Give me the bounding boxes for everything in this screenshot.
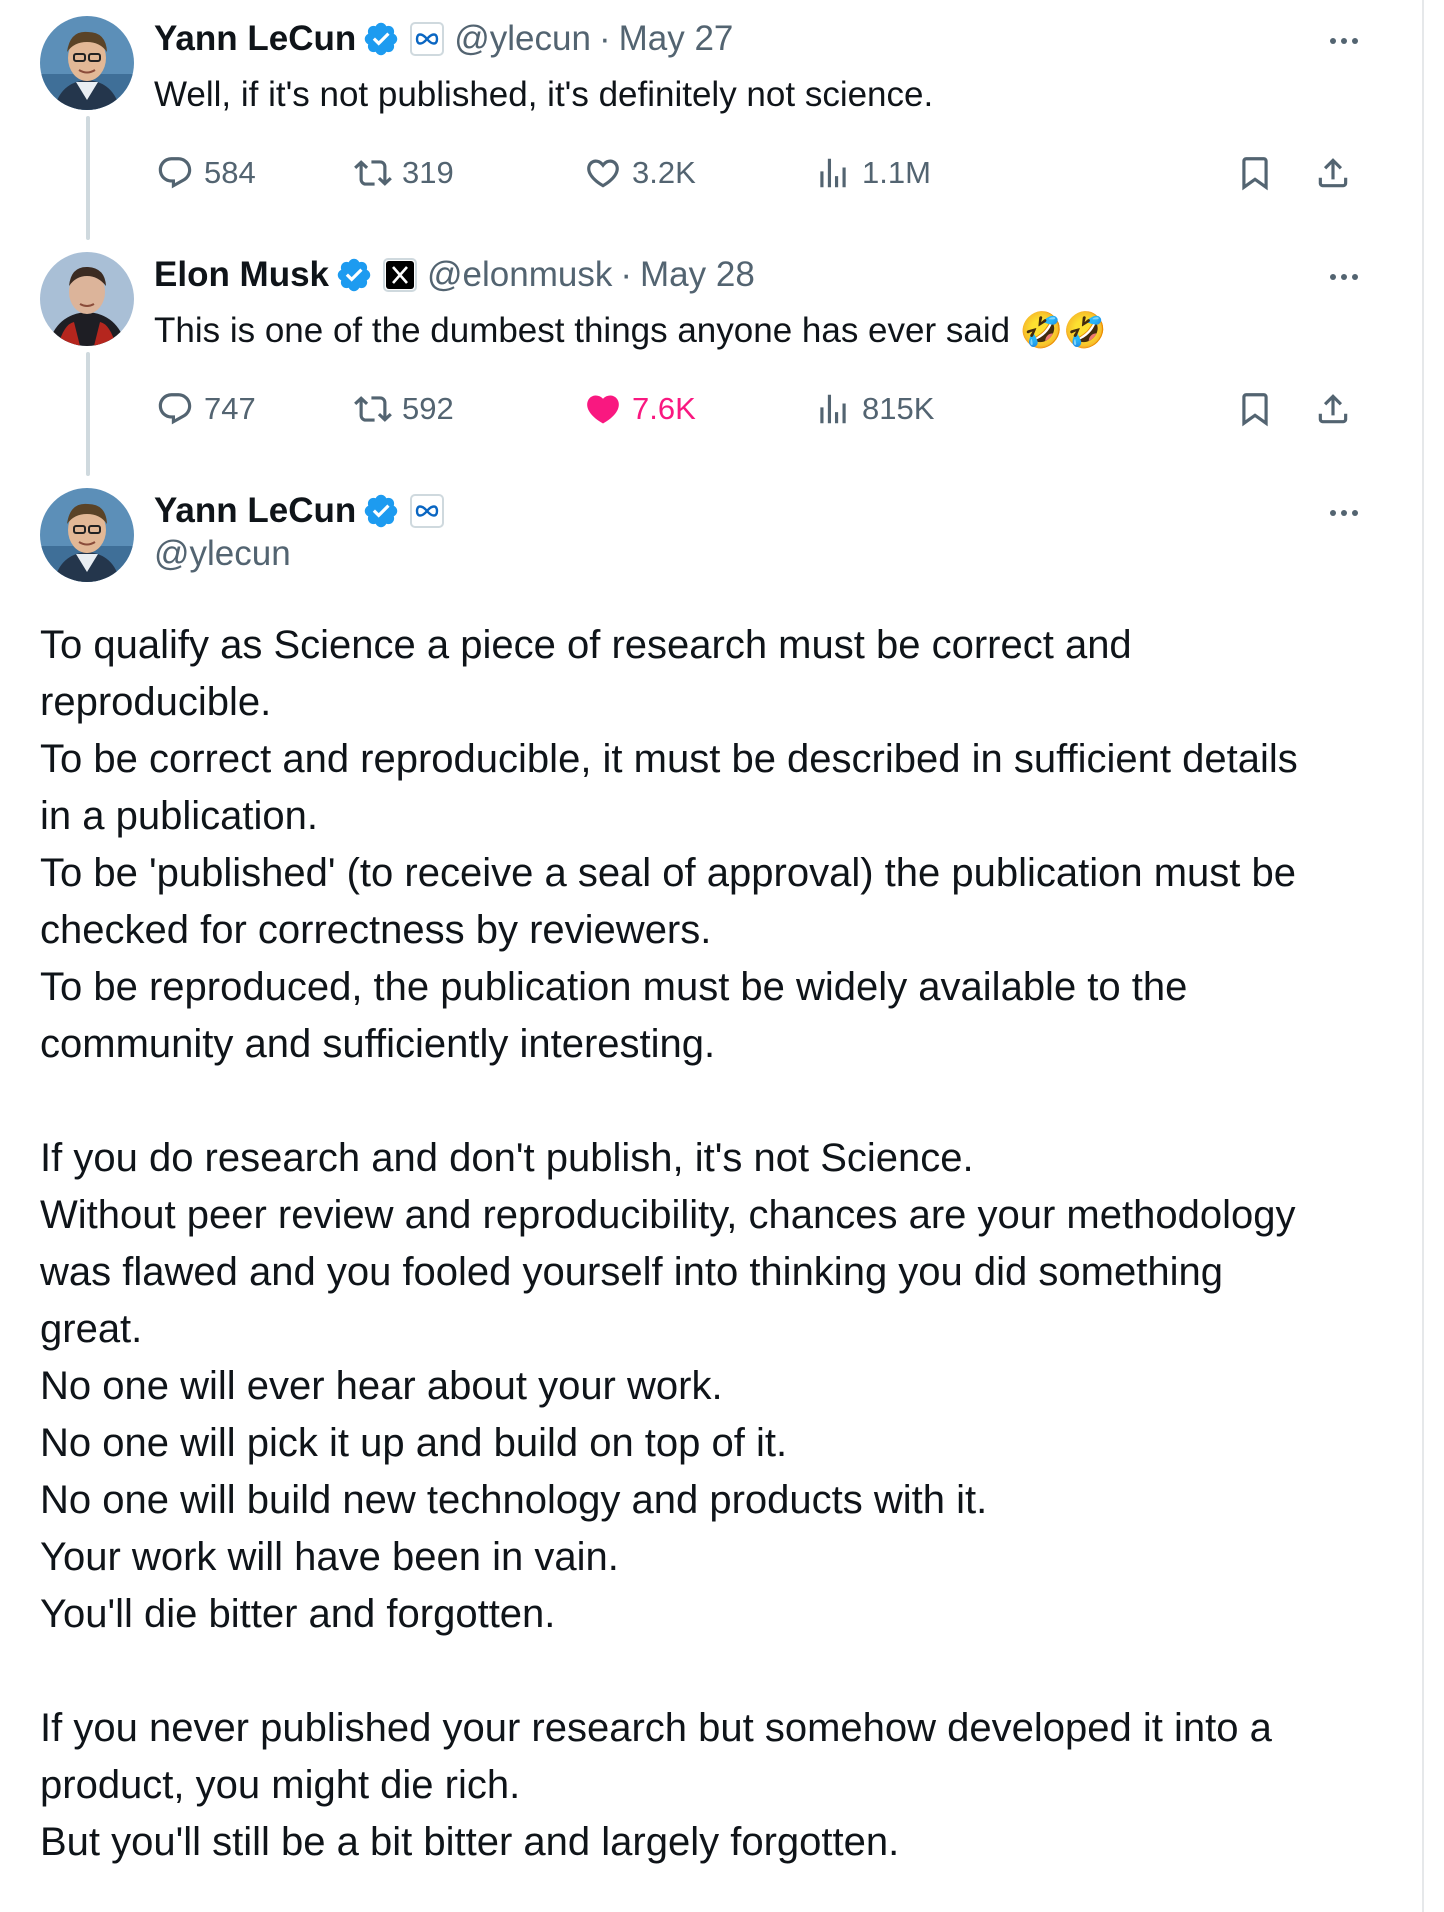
author-handle[interactable]: @elonmusk	[427, 255, 612, 295]
verified-badge-icon	[365, 22, 398, 56]
text-line: reproducible.	[40, 680, 272, 724]
reply-count: 584	[204, 155, 256, 190]
text-line: was flawed and you fooled yourself into …	[40, 1250, 1223, 1294]
x-logo-icon[interactable]	[383, 258, 418, 292]
tweet-text: Well, if it's not published, it's defini…	[154, 75, 934, 114]
text-line: To qualify as Science a piece of researc…	[40, 623, 1132, 667]
separator-dot: ·	[620, 255, 633, 294]
author-name[interactable]: Elon Musk	[154, 255, 329, 295]
thread-connector-line	[86, 116, 90, 240]
heart-icon	[587, 159, 619, 188]
reply-count: 747	[204, 391, 256, 426]
avatar[interactable]	[40, 252, 134, 346]
tweet-actions: 747 592 7.6K 815K	[154, 384, 1384, 434]
tweet-header: Yann LeCun	[154, 486, 445, 536]
avatar[interactable]	[40, 16, 134, 110]
like-count: 3.2K	[632, 155, 696, 190]
text-line: great.	[40, 1307, 143, 1351]
tweet-text: This is one of the dumbest things anyone…	[154, 306, 1107, 356]
repost-count: 592	[402, 391, 454, 426]
bookmark-icon[interactable]	[1236, 390, 1274, 428]
avatar[interactable]	[40, 488, 134, 582]
tweet-header: Yann LeCun @ylecun · May 27	[154, 14, 733, 64]
tweet-actions: 584 319 3.2K 1.1M	[154, 148, 1384, 198]
text-line: No one will pick it up and build on top …	[40, 1421, 788, 1465]
text-line: No one will build new technology and pro…	[40, 1478, 988, 1522]
text-line: checked for correctness by reviewers.	[40, 908, 712, 952]
tweet-header: Elon Musk @elonmusk · May 28	[154, 250, 755, 300]
tweet-date[interactable]: May 27	[619, 19, 734, 59]
text-line: No one will ever hear about your work.	[40, 1364, 723, 1408]
author-name[interactable]: Yann LeCun	[154, 491, 356, 531]
repost-button[interactable]: 319	[354, 148, 454, 198]
text-line: To be correct and reproducible, it must …	[40, 737, 1298, 781]
repost-icon	[354, 396, 392, 422]
rolling-laughing-emoji: 🤣🤣	[1019, 311, 1107, 350]
reply-icon	[158, 157, 192, 189]
main-tweet-text: To qualify as Science a piece of researc…	[40, 617, 1400, 1871]
text-line: To be 'published' (to receive a seal of …	[40, 851, 1297, 895]
repost-count: 319	[402, 155, 454, 190]
reply-button[interactable]: 747	[156, 384, 256, 434]
views-count: 1.1M	[862, 155, 931, 190]
paragraph-break	[40, 1073, 1400, 1130]
share-icon[interactable]	[1314, 390, 1352, 428]
reply-button[interactable]: 584	[156, 148, 256, 198]
more-options-icon[interactable]	[1322, 26, 1366, 56]
separator-dot: ·	[598, 19, 611, 58]
views-chart-icon	[820, 158, 846, 188]
repost-icon	[354, 160, 392, 186]
share-icon[interactable]	[1314, 154, 1352, 192]
text-line: Your work will have been in vain.	[40, 1535, 619, 1579]
author-name[interactable]: Yann LeCun	[154, 19, 356, 59]
more-options-icon[interactable]	[1322, 262, 1366, 292]
like-button[interactable]: 3.2K	[584, 148, 696, 198]
views-count: 815K	[862, 391, 935, 426]
verified-badge-icon	[337, 258, 371, 292]
repost-button[interactable]: 592	[354, 384, 454, 434]
like-count: 7.6K	[632, 391, 696, 426]
text-line: To be reproduced, the publication must b…	[40, 965, 1188, 1009]
meta-logo-icon[interactable]	[410, 22, 445, 56]
more-options-icon[interactable]	[1322, 498, 1366, 528]
text-line: If you never published your research but…	[40, 1706, 1272, 1750]
tweet-date[interactable]: May 28	[640, 255, 755, 295]
thread-container: Yann LeCun @ylecun · May 27 Well, if it'…	[0, 0, 1424, 1912]
text-line: If you do research and don't publish, it…	[40, 1136, 974, 1180]
text-line: You'll die bitter and forgotten.	[40, 1592, 556, 1636]
views-button[interactable]: 815K	[814, 384, 934, 434]
text-line: in a publication.	[40, 794, 318, 838]
views-button[interactable]: 1.1M	[814, 148, 931, 198]
reply-icon	[158, 393, 192, 425]
like-button[interactable]: 7.6K	[584, 384, 696, 434]
text-line: product, you might die rich.	[40, 1763, 521, 1807]
meta-logo-icon[interactable]	[410, 494, 445, 528]
author-handle[interactable]: @ylecun	[454, 19, 591, 59]
heart-filled-icon	[587, 395, 619, 424]
text-line: Without peer review and reproducibility,…	[40, 1193, 1296, 1237]
tweet-text-content: This is one of the dumbest things anyone…	[154, 311, 1011, 350]
bookmark-icon[interactable]	[1236, 154, 1274, 192]
text-line: community and sufficiently interesting.	[40, 1022, 716, 1066]
views-chart-icon	[820, 394, 846, 424]
author-handle[interactable]: @ylecun	[154, 534, 291, 574]
text-line: But you'll still be a bit bitter and lar…	[40, 1820, 900, 1864]
paragraph-break	[40, 1643, 1400, 1700]
verified-badge-icon	[365, 494, 398, 528]
thread-connector-line	[86, 352, 90, 476]
